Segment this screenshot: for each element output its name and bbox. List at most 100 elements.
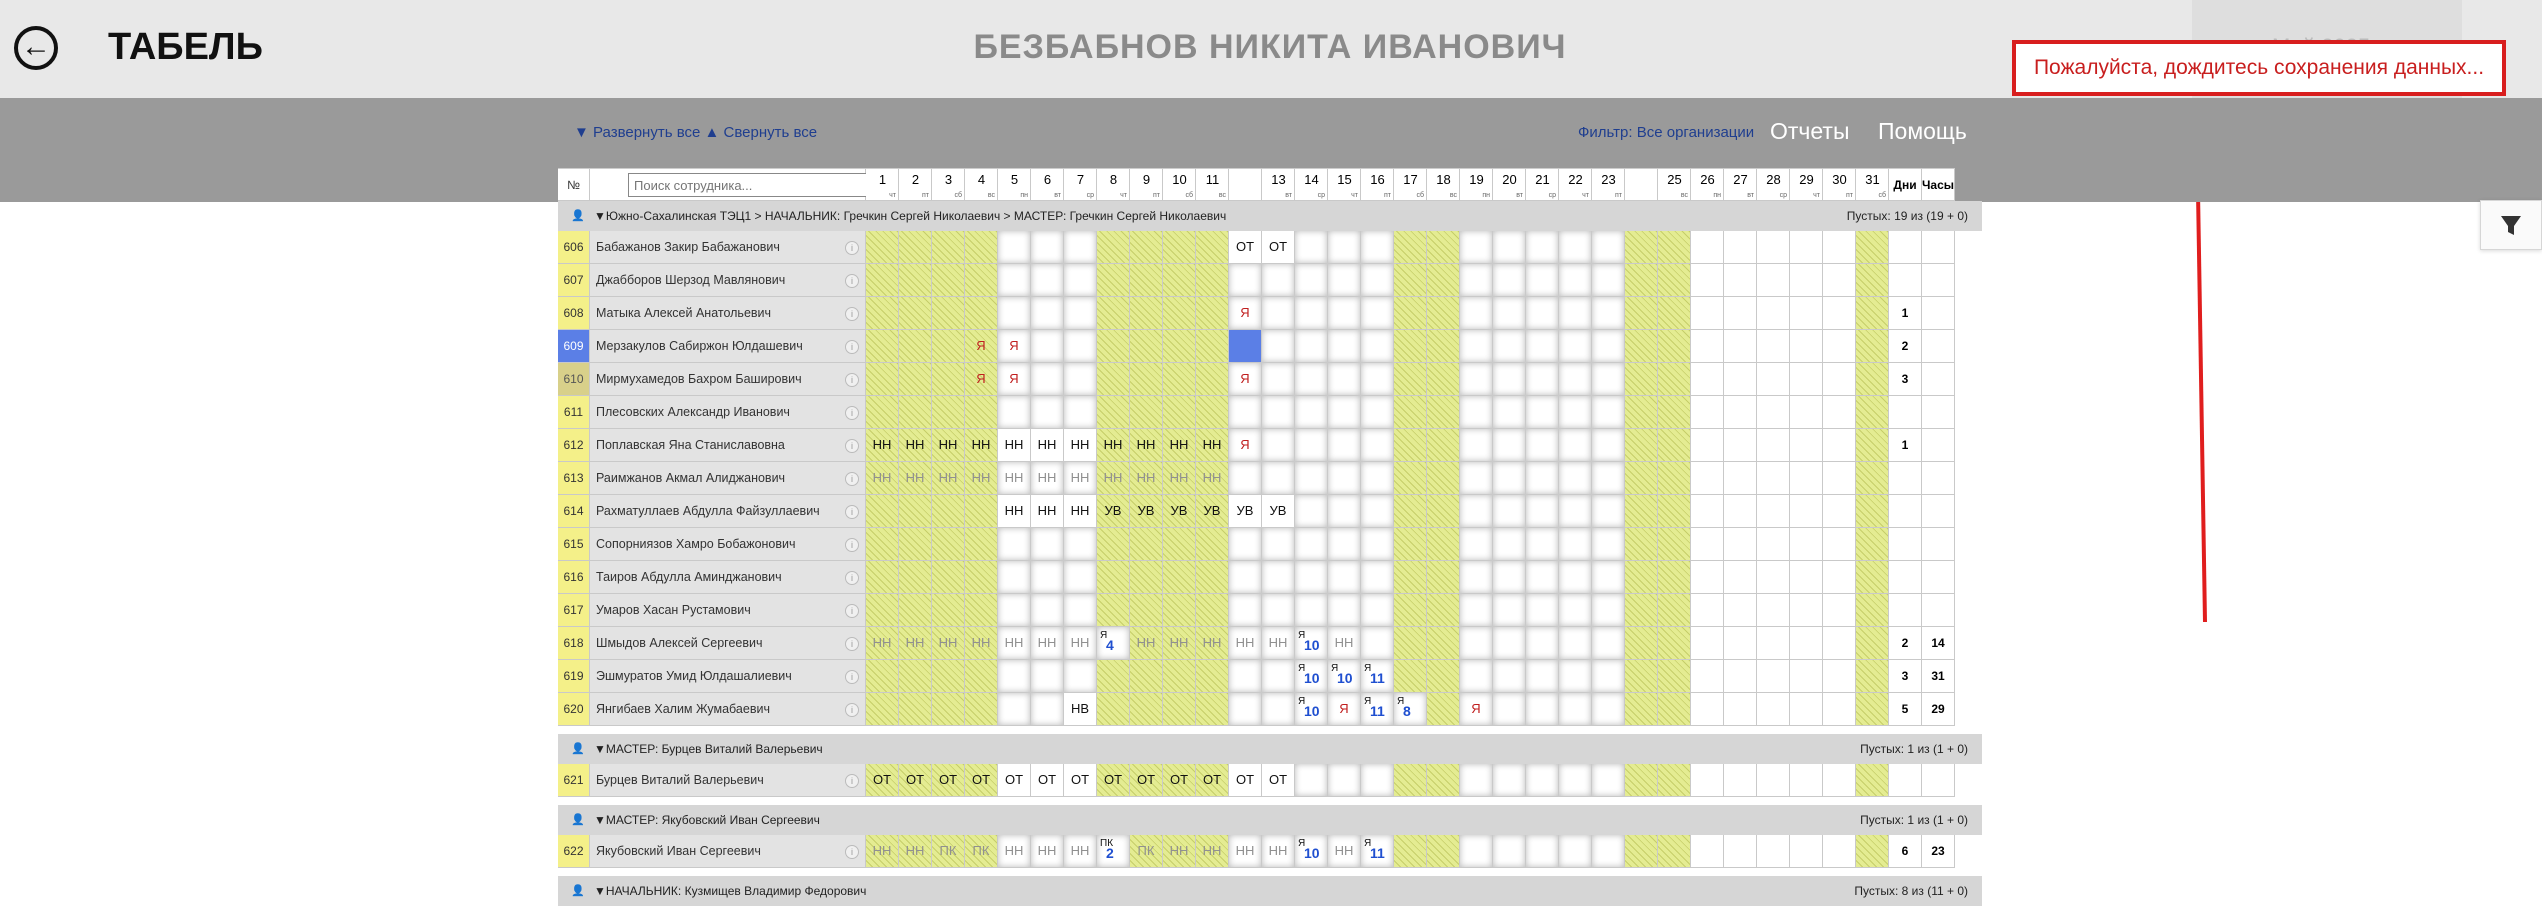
day-cell[interactable] bbox=[1724, 462, 1757, 495]
day-cell[interactable]: ОТ bbox=[866, 764, 899, 797]
day-cell[interactable] bbox=[1031, 330, 1064, 363]
day-cell[interactable] bbox=[965, 561, 998, 594]
day-cell[interactable] bbox=[1394, 231, 1427, 264]
day-cell[interactable]: НН bbox=[1196, 835, 1229, 868]
day-cell[interactable] bbox=[1823, 561, 1856, 594]
day-cell[interactable] bbox=[1625, 231, 1658, 264]
day-cell[interactable] bbox=[1856, 835, 1889, 868]
day-cell[interactable] bbox=[1526, 396, 1559, 429]
day-cell[interactable] bbox=[1493, 594, 1526, 627]
day-cell[interactable] bbox=[1856, 764, 1889, 797]
day-cell[interactable] bbox=[1427, 231, 1460, 264]
day-cell[interactable] bbox=[1559, 627, 1592, 660]
day-cell[interactable] bbox=[1460, 231, 1493, 264]
day-cell[interactable] bbox=[1856, 528, 1889, 561]
day-cell[interactable] bbox=[866, 363, 899, 396]
day-cell[interactable]: Я bbox=[998, 363, 1031, 396]
employee-name-cell[interactable]: Янгибаев Халим Жумабаевич i bbox=[590, 693, 866, 726]
day-cell[interactable]: НН bbox=[1031, 495, 1064, 528]
day-cell[interactable] bbox=[1592, 561, 1625, 594]
day-header[interactable]: 23 пт bbox=[1592, 168, 1625, 201]
day-cell[interactable] bbox=[1592, 594, 1625, 627]
day-cell[interactable] bbox=[1625, 462, 1658, 495]
day-cell[interactable]: НН bbox=[1262, 627, 1295, 660]
day-cell[interactable] bbox=[1394, 528, 1427, 561]
day-cell[interactable] bbox=[1790, 396, 1823, 429]
day-header[interactable]: 27 вт bbox=[1724, 168, 1757, 201]
day-cell[interactable] bbox=[1361, 231, 1394, 264]
day-cell[interactable] bbox=[1097, 396, 1130, 429]
info-icon[interactable]: i bbox=[845, 373, 859, 387]
day-cell[interactable]: НН bbox=[1130, 462, 1163, 495]
day-cell[interactable] bbox=[1691, 462, 1724, 495]
day-header[interactable]: 13 вт bbox=[1262, 168, 1295, 201]
day-cell[interactable] bbox=[1592, 693, 1625, 726]
employee-name-cell[interactable]: Мерзакулов Сабиржон Юлдашевич i bbox=[590, 330, 866, 363]
day-cell[interactable] bbox=[1526, 594, 1559, 627]
day-cell[interactable] bbox=[1856, 462, 1889, 495]
day-cell[interactable] bbox=[998, 297, 1031, 330]
day-cell[interactable] bbox=[1427, 561, 1460, 594]
day-cell[interactable] bbox=[1691, 297, 1724, 330]
day-cell[interactable] bbox=[998, 660, 1031, 693]
day-cell[interactable] bbox=[1163, 561, 1196, 594]
employee-name-cell[interactable]: Бабажанов Закир Бабажанович i bbox=[590, 231, 866, 264]
day-cell[interactable] bbox=[1790, 693, 1823, 726]
day-cell[interactable] bbox=[1361, 627, 1394, 660]
day-cell[interactable] bbox=[965, 528, 998, 561]
day-cell[interactable]: Я bbox=[1328, 693, 1361, 726]
day-cell[interactable] bbox=[1526, 764, 1559, 797]
day-cell[interactable] bbox=[1625, 264, 1658, 297]
day-cell[interactable] bbox=[1493, 528, 1526, 561]
employee-search-input[interactable] bbox=[628, 173, 874, 197]
day-cell[interactable] bbox=[1262, 660, 1295, 693]
day-cell[interactable] bbox=[1823, 764, 1856, 797]
day-header[interactable]: 29 чт bbox=[1790, 168, 1823, 201]
day-cell[interactable] bbox=[1262, 528, 1295, 561]
day-cell[interactable] bbox=[1823, 429, 1856, 462]
day-cell[interactable] bbox=[1460, 462, 1493, 495]
day-cell[interactable] bbox=[1394, 495, 1427, 528]
day-cell[interactable] bbox=[1394, 264, 1427, 297]
day-cell[interactable] bbox=[866, 693, 899, 726]
day-cell[interactable] bbox=[1526, 561, 1559, 594]
day-cell[interactable] bbox=[965, 396, 998, 429]
day-cell[interactable] bbox=[1493, 429, 1526, 462]
day-cell[interactable] bbox=[1460, 528, 1493, 561]
info-icon[interactable]: i bbox=[845, 703, 859, 717]
day-cell[interactable] bbox=[1427, 528, 1460, 561]
day-cell[interactable]: НН bbox=[1064, 835, 1097, 868]
day-cell[interactable] bbox=[899, 363, 932, 396]
day-cell[interactable] bbox=[1262, 594, 1295, 627]
day-cell[interactable] bbox=[1592, 429, 1625, 462]
day-cell[interactable] bbox=[1427, 297, 1460, 330]
day-cell[interactable] bbox=[899, 693, 932, 726]
day-cell[interactable] bbox=[1592, 835, 1625, 868]
day-cell[interactable] bbox=[1790, 627, 1823, 660]
day-cell[interactable] bbox=[1328, 462, 1361, 495]
day-cell[interactable] bbox=[1625, 561, 1658, 594]
day-cell[interactable] bbox=[1064, 264, 1097, 297]
employee-name-cell[interactable]: Поплавская Яна Станиславовна i bbox=[590, 429, 866, 462]
employee-name-cell[interactable]: Бурцев Виталий Валерьевич i bbox=[590, 764, 866, 797]
day-cell[interactable] bbox=[1592, 297, 1625, 330]
day-cell[interactable] bbox=[1757, 363, 1790, 396]
day-cell[interactable] bbox=[1460, 264, 1493, 297]
day-cell[interactable] bbox=[1823, 528, 1856, 561]
day-cell[interactable] bbox=[1691, 396, 1724, 429]
info-icon[interactable]: i bbox=[845, 637, 859, 651]
day-cell[interactable] bbox=[1361, 264, 1394, 297]
day-cell[interactable] bbox=[1691, 264, 1724, 297]
day-cell[interactable] bbox=[1097, 297, 1130, 330]
day-cell[interactable] bbox=[1328, 528, 1361, 561]
day-header[interactable]: 18 вс bbox=[1427, 168, 1460, 201]
day-cell[interactable] bbox=[1691, 561, 1724, 594]
day-header[interactable]: 1 чт bbox=[866, 168, 899, 201]
day-cell[interactable] bbox=[899, 528, 932, 561]
day-cell[interactable] bbox=[1427, 835, 1460, 868]
day-cell[interactable] bbox=[1823, 231, 1856, 264]
day-cell[interactable] bbox=[1823, 660, 1856, 693]
day-cell[interactable] bbox=[1658, 396, 1691, 429]
day-cell[interactable] bbox=[1559, 330, 1592, 363]
day-cell[interactable] bbox=[1493, 660, 1526, 693]
